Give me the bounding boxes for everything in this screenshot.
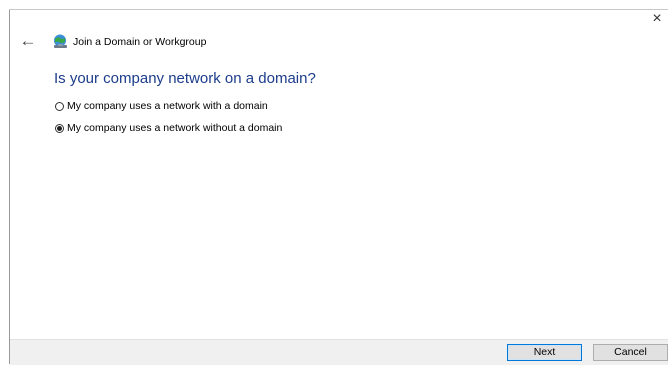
radio-option-label: My company uses a network with a domain xyxy=(67,100,268,112)
radio-option-label: My company uses a network without a doma… xyxy=(67,122,283,134)
close-icon: × xyxy=(652,10,662,27)
radio-button-unchecked[interactable] xyxy=(55,101,64,111)
page-heading: Is your company network on a domain? xyxy=(54,70,316,87)
back-button[interactable]: ← xyxy=(17,31,39,51)
window-left-edge xyxy=(0,0,10,364)
radio-option-with-domain[interactable]: My company uses a network with a domain xyxy=(55,98,268,114)
close-button[interactable]: × xyxy=(646,10,668,30)
window-title: Join a Domain or Workgroup xyxy=(73,36,207,48)
next-button[interactable]: Next xyxy=(507,344,582,361)
network-globe-icon xyxy=(54,34,67,48)
back-arrow-icon: ← xyxy=(19,31,37,50)
radio-option-without-domain[interactable]: My company uses a network without a doma… xyxy=(55,120,282,136)
radio-button-checked[interactable] xyxy=(55,123,64,133)
window-top-edge xyxy=(9,0,668,10)
cancel-button[interactable]: Cancel xyxy=(593,344,668,361)
